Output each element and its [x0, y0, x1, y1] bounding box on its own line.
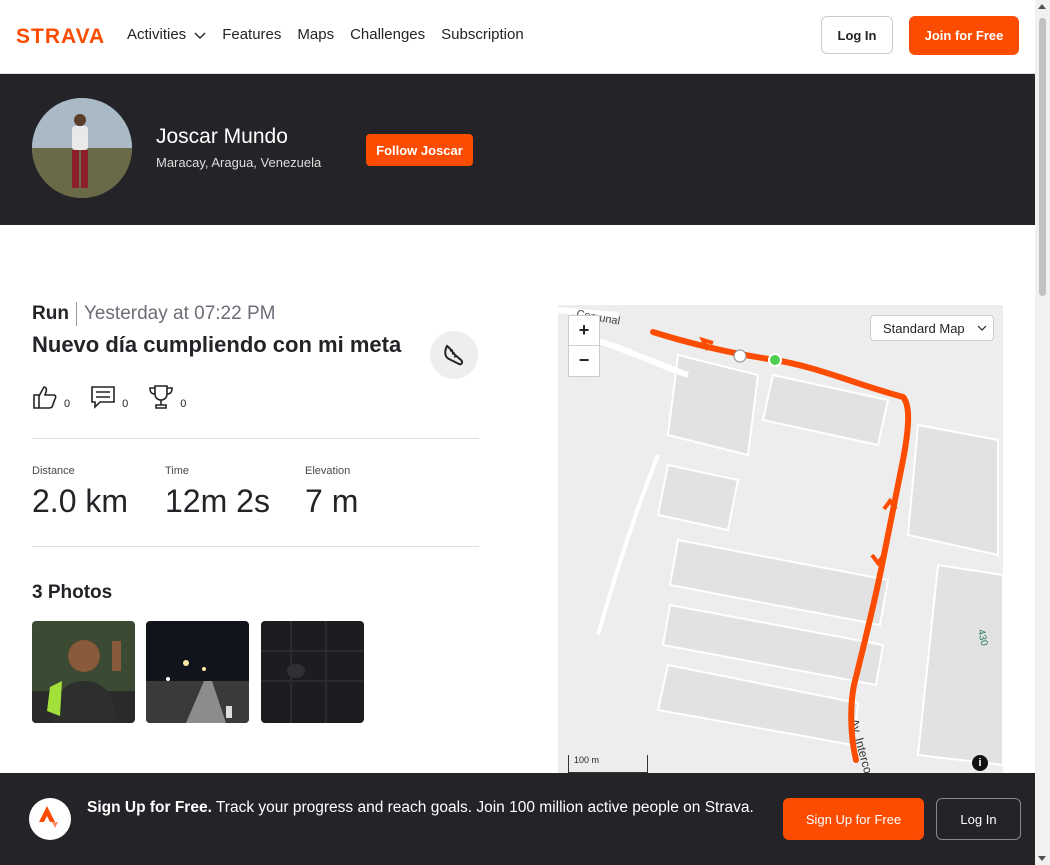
footer-body: Track your progress and reach goals. Joi… [215, 799, 754, 816]
join-button[interactable]: Join for Free [909, 16, 1019, 55]
activity-type: Run [32, 303, 69, 324]
shoe-glyph [444, 344, 464, 366]
stat-value: 2.0 km [32, 483, 129, 519]
scroll-down-icon[interactable] [1038, 856, 1046, 861]
stat-elevation: Elevation 7 m [305, 465, 358, 520]
stat-distance: Distance 2.0 km [32, 465, 128, 520]
map-canvas: Comunal Av. Interco 430 [558, 305, 1003, 773]
photo-thumbnail[interactable] [261, 621, 364, 723]
comments-count: 0 [122, 398, 129, 410]
avatar[interactable] [32, 98, 132, 198]
footer-login-button[interactable]: Log In [936, 798, 1021, 840]
top-nav: STRAVA Activities Features Maps Challeng… [0, 0, 1035, 74]
activity-header: Run Yesterday at 07:22 PM [32, 302, 275, 326]
nav-maps[interactable]: Maps [297, 26, 334, 43]
scrollbar[interactable] [1035, 0, 1050, 865]
map-scale: 100 m [568, 755, 648, 773]
divider [32, 438, 479, 439]
zoom-out-button[interactable]: − [569, 346, 599, 375]
kudos-count: 0 [64, 398, 71, 410]
stat-label: Time [165, 465, 190, 477]
nav-links: Activities Features Maps Challenges Subs… [127, 26, 524, 43]
nav-activities[interactable]: Activities [127, 26, 206, 43]
photo-night-street [146, 621, 249, 723]
comments-button[interactable]: 0 [90, 384, 128, 410]
achievements-count: 0 [180, 398, 187, 410]
divider [75, 302, 77, 326]
photos-title: 3 Photos [32, 582, 113, 603]
thumbs-up-icon [33, 386, 57, 409]
zoom-controls: + − [568, 315, 600, 377]
signup-footer: Sign Up for Free. Track your progress an… [0, 773, 1035, 865]
follow-button[interactable]: Follow Joscar [366, 134, 473, 166]
photo-thumbnail[interactable] [146, 621, 249, 723]
map-style-select[interactable]: Standard Map [870, 315, 994, 341]
zoom-in-button[interactable]: + [569, 316, 599, 345]
finish-marker [733, 349, 747, 363]
photo-selfie [32, 621, 135, 723]
stat-label: Distance [32, 465, 75, 477]
stat-value: 12m 2s [165, 483, 270, 519]
stat-label: Elevation [305, 465, 351, 477]
trophy-icon [149, 385, 174, 409]
activity-date: Yesterday at 07:22 PM [83, 303, 276, 324]
nav-activities-label: Activities [127, 26, 187, 43]
info-icon[interactable]: i [972, 755, 988, 771]
achievements-button[interactable]: 0 [148, 384, 186, 410]
shoe-icon[interactable] [430, 331, 478, 379]
svg-text:STRAVA: STRAVA [16, 26, 105, 46]
strava-logo-icon [29, 798, 71, 840]
photo-thumbnail[interactable] [32, 621, 135, 723]
activity-title: Nuevo día cumpliendo con mi meta [32, 332, 402, 357]
strava-logo[interactable]: STRAVA [16, 26, 112, 46]
divider [32, 546, 479, 547]
chevron-down-icon [194, 32, 206, 39]
start-marker [768, 353, 782, 367]
athlete-banner: Joscar Mundo Maracay, Aragua, Venezuela … [0, 74, 1035, 225]
login-button[interactable]: Log In [821, 16, 893, 54]
nav-features[interactable]: Features [222, 26, 281, 43]
athlete-location: Maracay, Aragua, Venezuela [156, 155, 322, 170]
photo-dark [261, 621, 364, 723]
map-style-label: Standard Map [883, 320, 965, 336]
activity-map[interactable]: Comunal Av. Interco 430 + − Standard Map… [558, 305, 1003, 773]
nav-challenges[interactable]: Challenges [350, 26, 425, 43]
kudos-button[interactable]: 0 [32, 384, 70, 410]
scroll-thumb[interactable] [1039, 18, 1046, 296]
stat-time: Time 12m 2s [165, 465, 270, 520]
strava-chevron-icon [39, 806, 58, 828]
athlete-name[interactable]: Joscar Mundo [156, 125, 288, 149]
nav-subscription[interactable]: Subscription [441, 26, 524, 43]
social-stats: 0 0 0 [32, 384, 186, 410]
scroll-up-icon[interactable] [1038, 4, 1046, 9]
footer-headline: Sign Up for Free. [87, 799, 212, 816]
comment-icon [91, 386, 115, 409]
stat-value: 7 m [305, 483, 359, 519]
footer-signup-button[interactable]: Sign Up for Free [783, 798, 924, 840]
athlete-photo [32, 98, 132, 198]
chevron-down-icon [977, 325, 987, 331]
footer-text: Sign Up for Free. Track your progress an… [87, 797, 757, 819]
